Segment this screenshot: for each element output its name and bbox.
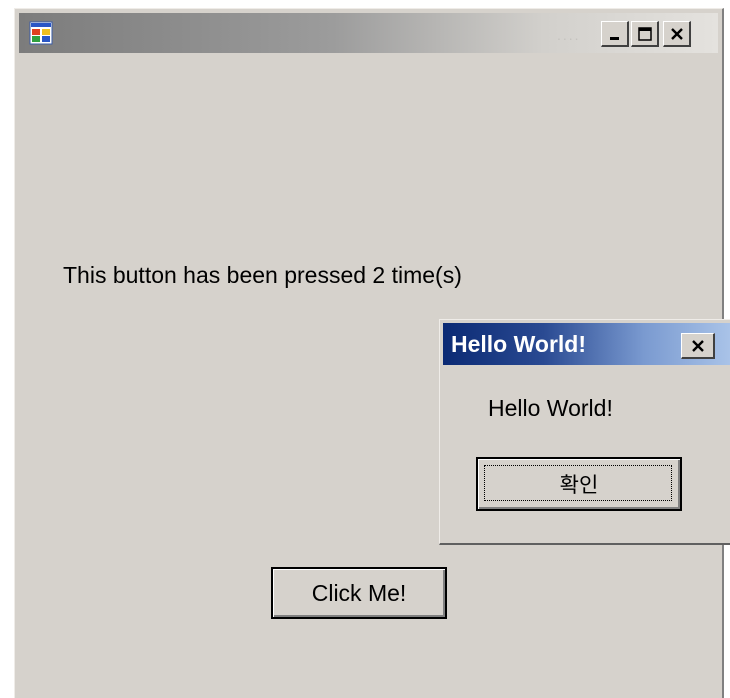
press-count-label: This button has been pressed 2 time(s) — [63, 262, 462, 288]
minimize-button[interactable] — [601, 21, 629, 47]
hello-world-dialog: Hello World! Hello World! 확인 — [439, 319, 730, 545]
dialog-titlebar[interactable]: Hello World! — [443, 323, 730, 365]
close-icon — [670, 27, 683, 40]
ok-button[interactable]: 확인 — [476, 457, 682, 511]
minimize-icon — [609, 36, 619, 40]
title-dots: .... — [557, 27, 581, 43]
maximize-icon — [637, 26, 652, 41]
main-titlebar[interactable]: .... — [19, 13, 718, 53]
dialog-close-button[interactable] — [681, 333, 715, 359]
maximize-button[interactable] — [631, 21, 659, 47]
close-button[interactable] — [663, 21, 691, 47]
close-icon — [691, 339, 704, 352]
ok-button-label: 확인 — [559, 473, 599, 497]
app-window-icon[interactable] — [29, 21, 53, 45]
dialog-title: Hello World! — [451, 331, 587, 357]
click-me-button[interactable]: Click Me! — [271, 567, 447, 619]
dialog-message: Hello World! — [488, 395, 613, 421]
